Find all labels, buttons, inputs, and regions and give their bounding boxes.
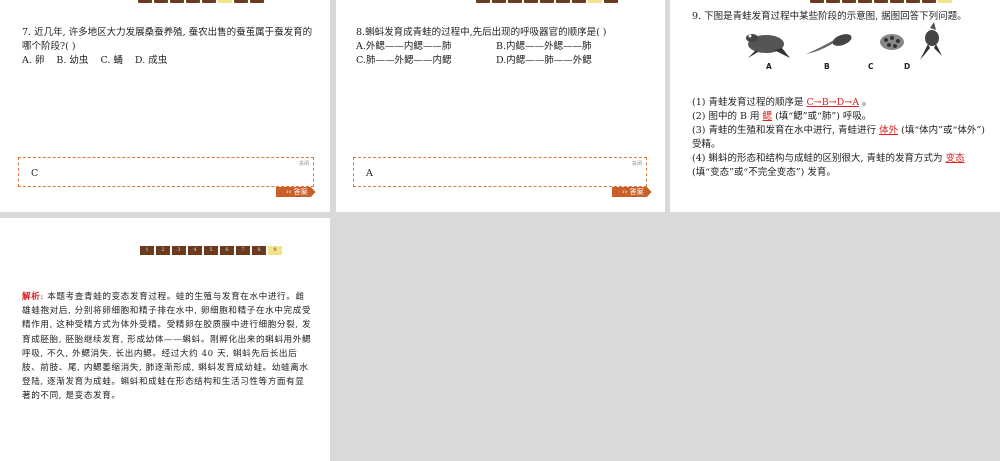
- page-nav[interactable]: [476, 0, 618, 3]
- sub-question-1: (1) 青蛙发育过程的顺序是 C→B→D→A 。: [692, 96, 992, 110]
- frog-stages-figure: A B C D: [744, 20, 984, 72]
- sub1-suffix: 。: [862, 97, 872, 108]
- page-4[interactable]: 4: [188, 246, 202, 255]
- page-1[interactable]: 1: [140, 246, 154, 255]
- page-nav[interactable]: [810, 0, 952, 3]
- frog-stages-image: [746, 22, 942, 60]
- analysis-panel: 1 2 3 4 5 6 7 8 9 解析: 本题考查青蛙的变态发育过程。蛙的生殖…: [0, 218, 330, 461]
- option-d[interactable]: D. 成虫: [135, 54, 167, 68]
- page-9[interactable]: 9: [268, 246, 282, 255]
- sub4-text: (4) 蝌蚪的形态和结构与成蛙的区别很大, 青蛙的发育方式为: [692, 153, 943, 164]
- answer-box: 关闭 A: [353, 157, 647, 187]
- option-b[interactable]: B. 幼虫: [56, 54, 88, 68]
- option-a[interactable]: A.外鳃——内鳃——肺: [356, 40, 496, 54]
- tadpole-icon: [806, 34, 852, 54]
- answer-value: A: [366, 168, 373, 179]
- sub4-answer: 变态: [945, 153, 965, 164]
- sub1-text: (1) 青蛙发育过程的顺序是: [692, 97, 804, 108]
- sub2-answer: 鳃: [762, 111, 773, 122]
- sub-question-3: (3) 青蛙的生殖和发育在水中进行, 青蛙进行 体外 (填“体内”或“体外”) …: [692, 124, 992, 152]
- answer-value: C: [31, 168, 39, 179]
- option-c[interactable]: C. 蛹: [100, 54, 122, 68]
- page-nav[interactable]: 1 2 3 4 5 6 7 8 9: [140, 246, 282, 255]
- close-button[interactable]: 关闭: [632, 160, 642, 167]
- options: A. 卵 B. 幼虫 C. 蛹 D. 成虫: [22, 54, 318, 68]
- frog-adult-icon: [746, 34, 790, 58]
- page-8[interactable]: 8: [252, 246, 266, 255]
- option-d[interactable]: D.内鳃——肺——外鳃: [496, 54, 626, 68]
- answer-button[interactable]: 答案: [612, 187, 652, 197]
- question-7-panel: 7. 近几年, 许多地区大力发展桑蚕养殖, 蚕农出售的蚕茧属于蚕发育的哪个阶段?…: [0, 0, 330, 212]
- analysis-body: : 本题考查青蛙的变态发育过程。蛙的生殖与发育在水中进行。雌雄蛙抱对后, 分别将…: [22, 292, 312, 402]
- question-7: 7. 近几年, 许多地区大力发展桑蚕养殖, 蚕农出售的蚕茧属于蚕发育的哪个阶段?…: [22, 26, 318, 68]
- sub-question-4: (4) 蝌蚪的形态和结构与成蛙的区别很大, 青蛙的发育方式为 变态 (填“变态”…: [692, 152, 992, 180]
- label-c: C: [868, 62, 874, 71]
- option-b[interactable]: B.内鳃——外鳃——肺: [496, 40, 626, 54]
- page-nav[interactable]: [138, 0, 264, 3]
- sub4-suffix: (填“变态”或“不完全变态”) 发育。: [692, 167, 836, 178]
- options: A.外鳃——内鳃——肺 B.内鳃——外鳃——肺 C.肺——外鳃——内鳃 D.内鳃…: [356, 40, 656, 68]
- page-7[interactable]: 7: [236, 246, 250, 255]
- label-b: B: [824, 62, 830, 71]
- answer-button[interactable]: 答案: [276, 187, 316, 197]
- question-9-panel: 9. 下图是青蛙发育过程中某些阶段的示意图, 据图回答下列问题。 A B C D…: [670, 0, 1000, 212]
- egg-mass-icon: [880, 34, 904, 50]
- page-3[interactable]: 3: [172, 246, 186, 255]
- close-button[interactable]: 关闭: [299, 160, 309, 167]
- answer-box: 关闭 C: [18, 157, 314, 187]
- sub1-answer: C→B→D→A: [806, 97, 860, 108]
- label-d: D: [904, 62, 911, 71]
- sub2-text: (2) 图中的 B 用: [692, 111, 760, 122]
- froglet-icon: [920, 22, 942, 60]
- option-c[interactable]: C.肺——外鳃——内鳃: [356, 54, 496, 68]
- analysis-tag: 解析: [22, 292, 41, 302]
- option-a[interactable]: A. 卵: [22, 54, 44, 68]
- question-text: 7. 近几年, 许多地区大力发展桑蚕养殖, 蚕农出售的蚕茧属于蚕发育的哪个阶段?…: [22, 27, 313, 52]
- sub3-answer: 体外: [879, 125, 899, 136]
- label-a: A: [766, 62, 772, 71]
- sub-question-2: (2) 图中的 B 用 鳃 (填“鳃”或“肺”) 呼吸。: [692, 110, 992, 124]
- sub2-suffix: (填“鳃”或“肺”) 呼吸。: [775, 111, 872, 122]
- question-8: 8.蝌蚪发育成青蛙的过程中,先后出现的呼吸器官的顺序是( ) A.外鳃——内鳃—…: [356, 26, 656, 68]
- analysis-text: 解析: 本题考查青蛙的变态发育过程。蛙的生殖与发育在水中进行。雌雄蛙抱对后, 分…: [22, 290, 312, 404]
- page-5[interactable]: 5: [204, 246, 218, 255]
- page-6[interactable]: 6: [220, 246, 234, 255]
- sub-questions: (1) 青蛙发育过程的顺序是 C→B→D→A 。 (2) 图中的 B 用 鳃 (…: [692, 96, 992, 180]
- question-8-panel: 8.蝌蚪发育成青蛙的过程中,先后出现的呼吸器官的顺序是( ) A.外鳃——内鳃—…: [336, 0, 665, 212]
- question-text: 8.蝌蚪发育成青蛙的过程中,先后出现的呼吸器官的顺序是( ): [356, 27, 607, 38]
- sub3-text: (3) 青蛙的生殖和发育在水中进行, 青蛙进行: [692, 125, 877, 136]
- page-2[interactable]: 2: [156, 246, 170, 255]
